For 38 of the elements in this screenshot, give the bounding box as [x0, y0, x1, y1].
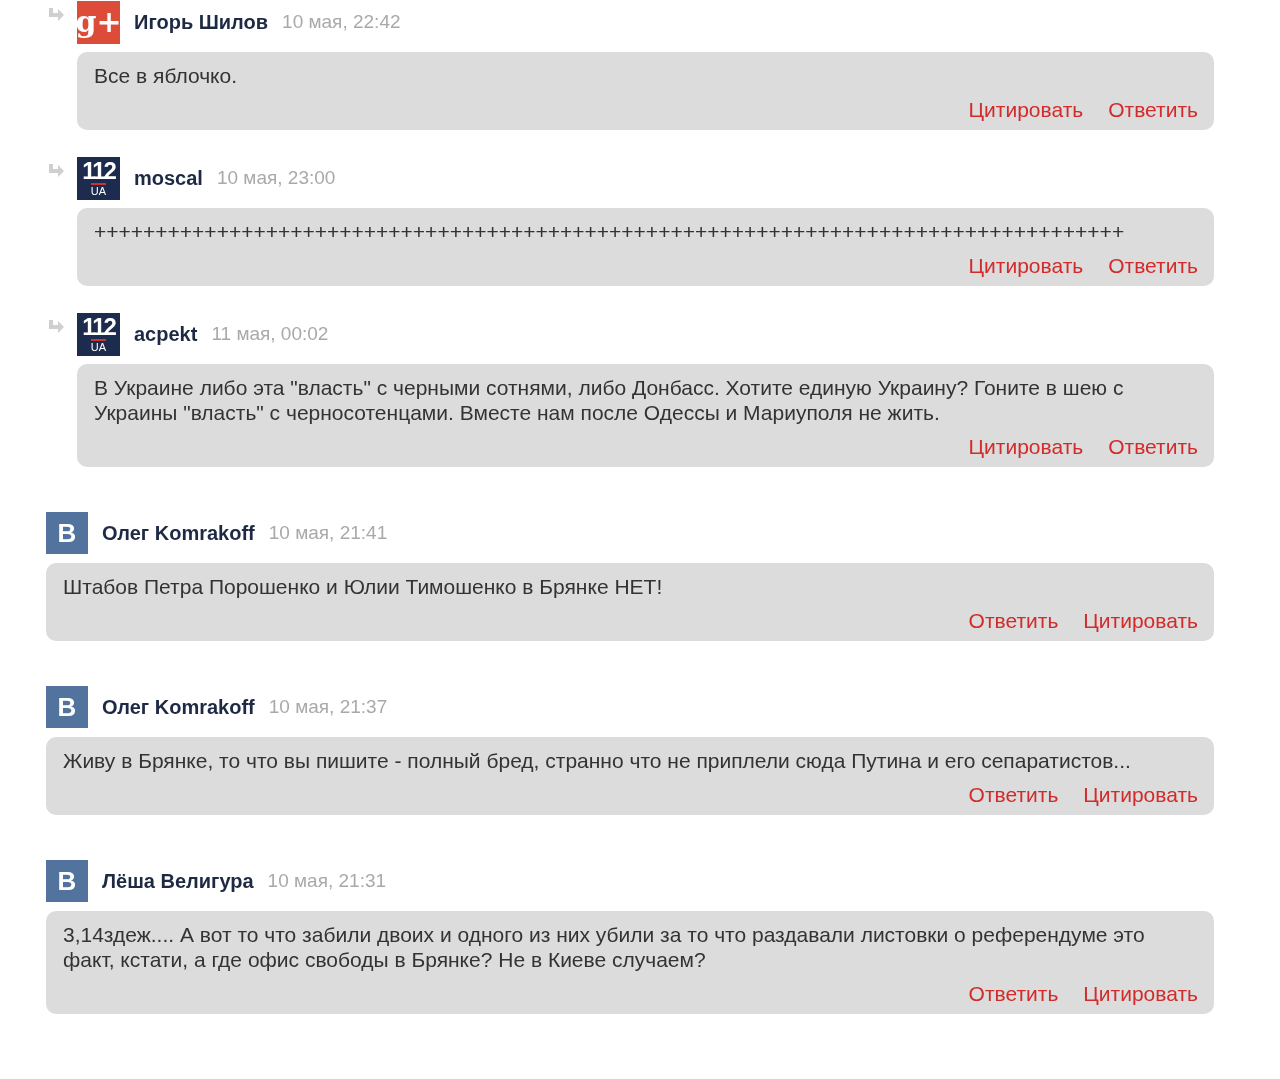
comment-date: 10 мая, 21:37: [268, 696, 388, 718]
action-link[interactable]: Цитировать: [1083, 609, 1198, 633]
avatar-logo: B: [46, 686, 88, 728]
action-link[interactable]: Ответить: [968, 609, 1059, 633]
author-name: acpekt: [134, 322, 198, 346]
author-name: Олег Komrakoff: [102, 521, 255, 545]
author-name: Лёша Велигура: [102, 869, 254, 893]
author-name: moscal: [134, 166, 203, 190]
logo-text: 112: [82, 159, 115, 183]
action-link[interactable]: Ответить: [1108, 98, 1198, 122]
action-link[interactable]: Цитировать: [968, 435, 1084, 459]
action-link[interactable]: Цитировать: [968, 254, 1084, 278]
comment-text: Штабов Петра Порошенко и Юлии Тимошенко в Брянке НЕТ!: [63, 574, 664, 599]
avatar-logo: B: [46, 512, 88, 554]
comment-date: 11 мая, 00:02: [211, 323, 329, 345]
action-link[interactable]: Цитировать: [1083, 982, 1198, 1006]
comment-text: ++++++++++++++++++++++++++++++++++++++++++++++++++++++++++++++++++++++++++++++++++++: [94, 219, 1126, 244]
comment-date: 10 мая, 21:31: [267, 870, 387, 892]
comment-text: Живу в Брянке, то что вы пишите - полный бред, странно что не приплели сюда Путина и его сепаратистов...: [63, 748, 1132, 773]
avatar-logo: B: [46, 860, 88, 902]
author-name: Игорь Шилов: [134, 10, 269, 34]
comment-text: В Украине либо эта "власть" с черными сотнями, либо Донбасс. Хотите единую Украину? Гоните в шею с Украины "власть" с черносотенцами. Вместе нам после Одессы и Мариуполя не жить.: [94, 375, 1125, 425]
author-name: Олег Komrakoff: [102, 695, 255, 719]
comment-date: 10 мая, 22:42: [282, 11, 401, 33]
logo-text: UA: [90, 339, 107, 353]
action-link[interactable]: Ответить: [968, 982, 1059, 1006]
action-link[interactable]: Цитировать: [968, 98, 1084, 122]
action-link[interactable]: Ответить: [1108, 254, 1198, 278]
logo-text: UA: [90, 183, 107, 197]
logo-text: 112: [82, 315, 115, 339]
comment-date: 10 мая, 21:41: [268, 522, 388, 544]
action-link[interactable]: Ответить: [1108, 435, 1198, 459]
comment-date: 10 мая, 23:00: [216, 167, 336, 189]
action-link[interactable]: Цитировать: [1083, 783, 1198, 807]
comment-text: 3,14здеж.... А вот то что забили двоих и одного из них убили за то что раздавали листовки о референдуме это факт, кстати, а где офис свободы в Брянке? Не в Киеве случаем?: [63, 922, 1146, 972]
avatar-logo: g+: [77, 0, 120, 44]
action-link[interactable]: Ответить: [968, 783, 1059, 807]
comment-text: Все в яблочко.: [94, 63, 239, 88]
